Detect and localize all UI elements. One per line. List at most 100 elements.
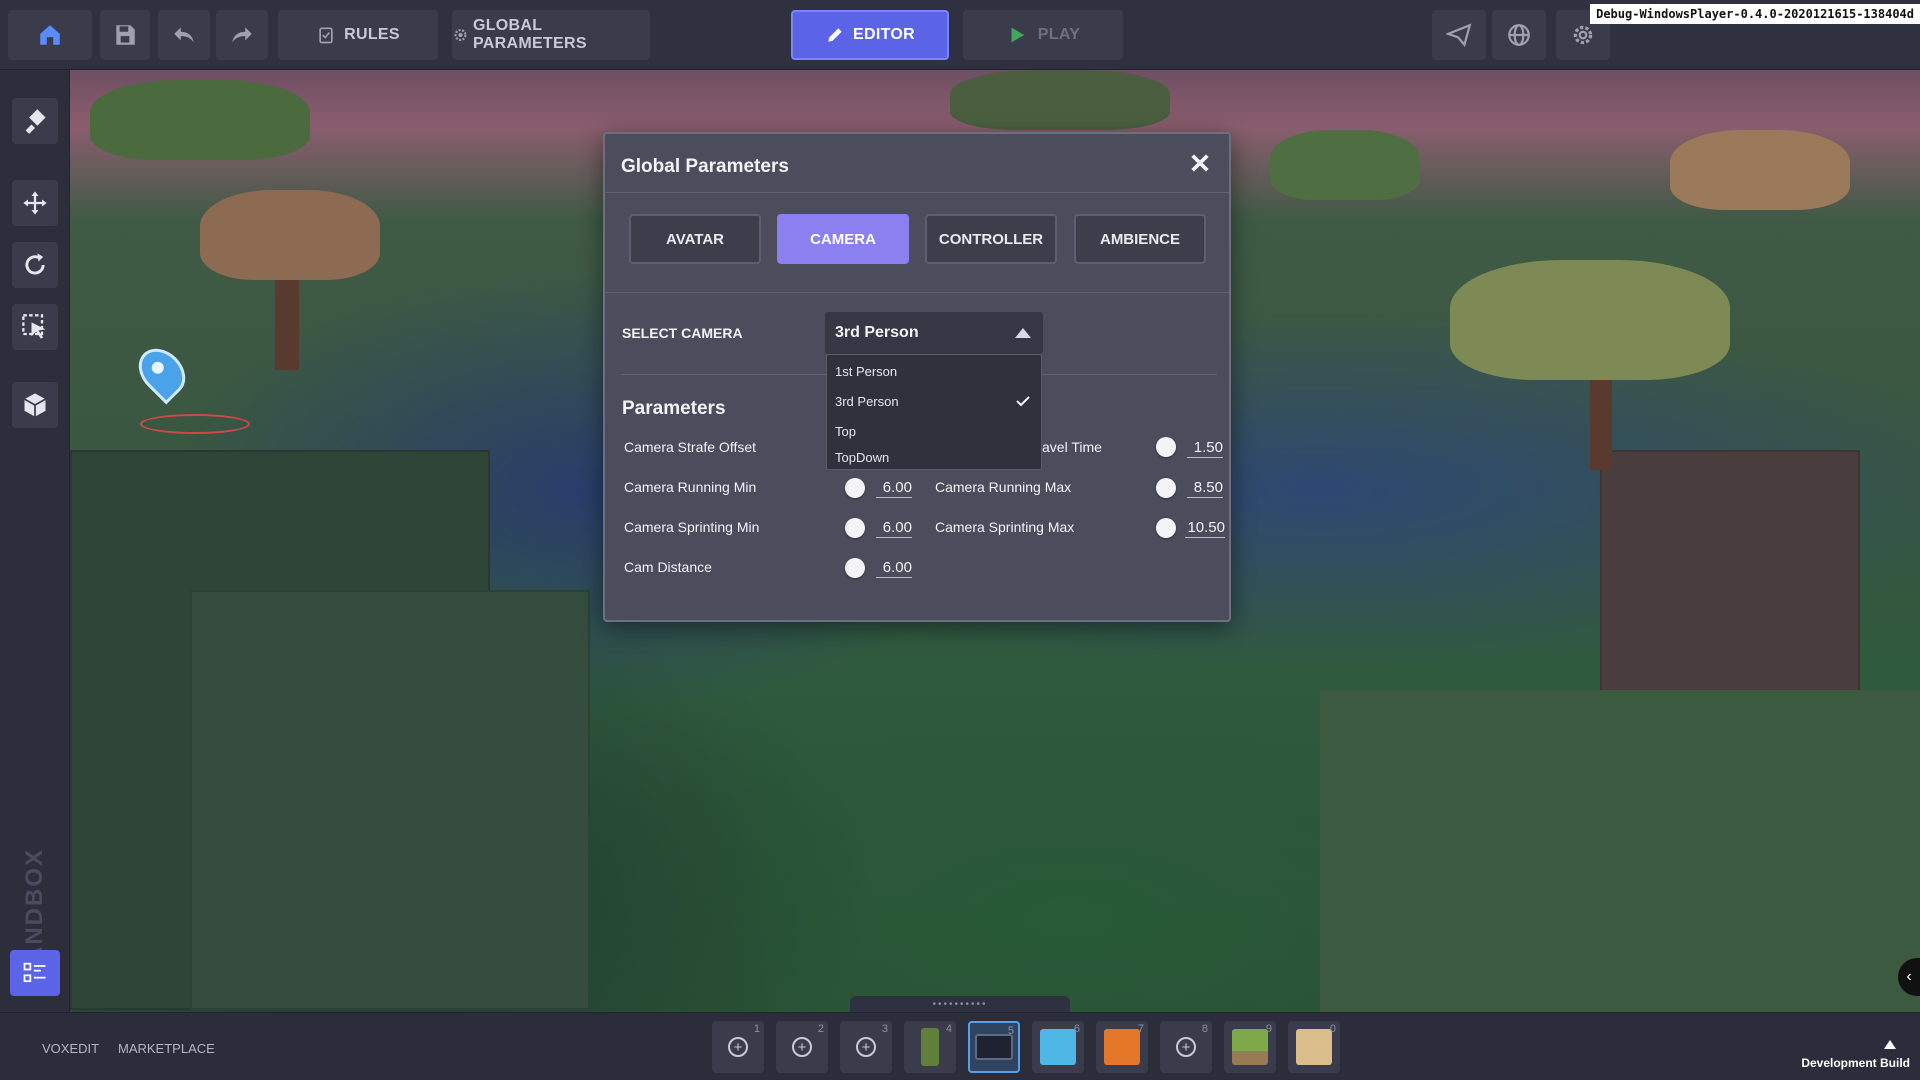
- dialog-title: Global Parameters: [621, 156, 789, 177]
- divider: [605, 192, 1229, 193]
- clipboard-icon: [319, 27, 333, 44]
- slot-number: 1: [753, 1023, 760, 1035]
- param-label: Cam Distance: [624, 559, 712, 575]
- hotbar-slot-1[interactable]: + 1: [712, 1021, 764, 1073]
- save-icon: [116, 25, 135, 45]
- add-icon: +: [728, 1037, 748, 1057]
- hotbar-slot-9[interactable]: 9: [1224, 1021, 1276, 1073]
- param-label: Camera Running Min: [624, 479, 757, 495]
- rotate-tool-button[interactable]: [12, 242, 58, 288]
- rules-label: RULES: [344, 26, 400, 43]
- camera-option[interactable]: 1st Person: [827, 357, 1041, 385]
- sand-block-icon: [1296, 1029, 1332, 1065]
- select-tool-button[interactable]: [12, 304, 58, 350]
- undo-button[interactable]: [158, 10, 210, 60]
- dark-block-icon: [975, 1034, 1013, 1060]
- param-toggle[interactable]: [845, 478, 865, 498]
- camera-option[interactable]: Top: [827, 417, 1041, 445]
- select-camera-label: SELECT CAMERA: [622, 325, 743, 341]
- cube-add-icon: [24, 393, 46, 417]
- tab-avatar[interactable]: AVATAR: [629, 214, 761, 264]
- move-tool-button[interactable]: [12, 180, 58, 226]
- check-icon: [1016, 396, 1030, 407]
- camera-option[interactable]: 3rd Person: [827, 387, 1041, 415]
- tab-controller[interactable]: CONTROLLER: [925, 214, 1057, 264]
- voxedit-link[interactable]: VOXEDIT: [42, 1041, 99, 1056]
- param-label: avel Time: [1042, 439, 1102, 455]
- divider: [605, 292, 1229, 293]
- camera-dropdown-list: 1st Person 3rd Person Top TopDown: [826, 354, 1042, 470]
- home-button[interactable]: [8, 10, 92, 60]
- hotbar-slot-8[interactable]: + 8: [1160, 1021, 1212, 1073]
- slot-number: 9: [1265, 1023, 1272, 1035]
- chevron-up-icon: [1884, 1040, 1896, 1049]
- share-button[interactable]: [1432, 10, 1486, 60]
- build-version-label: Debug-WindowsPlayer-0.4.0-2020121615-138…: [1590, 4, 1920, 24]
- paint-tool-button[interactable]: [12, 98, 58, 144]
- close-button[interactable]: [1185, 148, 1215, 178]
- global-parameters-dialog: Global Parameters AVATAR CAMERA CONTROLL…: [603, 132, 1231, 622]
- home-icon: [40, 25, 60, 45]
- layers-list-button[interactable]: [10, 950, 60, 996]
- param-value-input[interactable]: 6.00: [876, 479, 912, 498]
- param-value-input[interactable]: 10.50: [1185, 519, 1225, 538]
- undo-icon: [174, 27, 194, 43]
- global-parameters-button[interactable]: GLOBAL PARAMETERS: [452, 10, 650, 60]
- lava-block-icon: [1104, 1029, 1140, 1065]
- param-toggle[interactable]: [845, 558, 865, 578]
- slot-number: 4: [945, 1023, 952, 1035]
- marketplace-link[interactable]: MARKETPLACE: [118, 1041, 215, 1056]
- water-block-icon: [1040, 1029, 1076, 1065]
- hotbar-slot-6[interactable]: 6: [1032, 1021, 1084, 1073]
- slot-number: 7: [1137, 1023, 1144, 1035]
- hotbar-slot-0[interactable]: 0: [1288, 1021, 1340, 1073]
- param-toggle[interactable]: [1156, 478, 1176, 498]
- param-value-input[interactable]: 6.00: [876, 519, 912, 538]
- hotbar-slot-5[interactable]: 5: [968, 1021, 1020, 1073]
- close-icon: [1191, 154, 1209, 172]
- param-toggle[interactable]: [845, 518, 865, 538]
- global-parameters-label: GLOBAL PARAMETERS: [472, 17, 587, 52]
- add-block-button[interactable]: [12, 382, 58, 428]
- play-button[interactable]: PLAY: [963, 10, 1123, 60]
- tree-canopy: [90, 80, 310, 160]
- voxel-terrain: [1320, 690, 1920, 1012]
- add-icon: +: [856, 1037, 876, 1057]
- hotbar-drag-handle[interactable]: ••••••••••: [850, 996, 1070, 1012]
- tab-camera[interactable]: CAMERA: [777, 214, 909, 264]
- slot-number: 0: [1329, 1023, 1336, 1035]
- hotbar-slot-3[interactable]: + 3: [840, 1021, 892, 1073]
- hotbar-slot-4[interactable]: 4: [904, 1021, 956, 1073]
- camera-select-value: 3rd Person: [835, 324, 919, 341]
- save-button[interactable]: [100, 10, 150, 60]
- slot-number: 8: [1201, 1023, 1208, 1035]
- slot-number: 3: [881, 1023, 888, 1035]
- location-pin-icon[interactable]: [129, 339, 195, 405]
- globe-button[interactable]: [1492, 10, 1546, 60]
- param-label: Camera Running Max: [935, 479, 1072, 495]
- param-toggle[interactable]: [1156, 518, 1176, 538]
- redo-button[interactable]: [216, 10, 268, 60]
- tree-canopy: [950, 70, 1170, 130]
- tab-bar: AVATAR CAMERA CONTROLLER AMBIENCE: [605, 214, 1229, 266]
- gear-icon: [454, 28, 467, 42]
- param-value-input[interactable]: 6.00: [876, 559, 912, 578]
- camera-option[interactable]: TopDown: [827, 443, 1041, 471]
- slot-number: 6: [1073, 1023, 1080, 1035]
- voxel-terrain: [190, 590, 590, 1010]
- gear-icon: [1573, 25, 1593, 45]
- chevron-up-icon: [1015, 328, 1031, 338]
- hotbar-slot-2[interactable]: + 2: [776, 1021, 828, 1073]
- editor-button[interactable]: EDITOR: [791, 10, 949, 60]
- pencil-icon: [828, 28, 842, 42]
- tab-ambience[interactable]: AMBIENCE: [1074, 214, 1206, 264]
- rotate-icon: [25, 253, 45, 275]
- param-toggle[interactable]: [1156, 437, 1176, 457]
- hotbar-slot-7[interactable]: 7: [1096, 1021, 1148, 1073]
- slot-number: 5: [1007, 1025, 1014, 1037]
- rules-button[interactable]: RULES: [278, 10, 438, 60]
- param-value-input[interactable]: 8.50: [1187, 479, 1223, 498]
- param-value-input[interactable]: 1.50: [1187, 439, 1223, 458]
- param-label: Camera Sprinting Max: [935, 519, 1075, 535]
- camera-select[interactable]: 3rd Person: [825, 312, 1043, 354]
